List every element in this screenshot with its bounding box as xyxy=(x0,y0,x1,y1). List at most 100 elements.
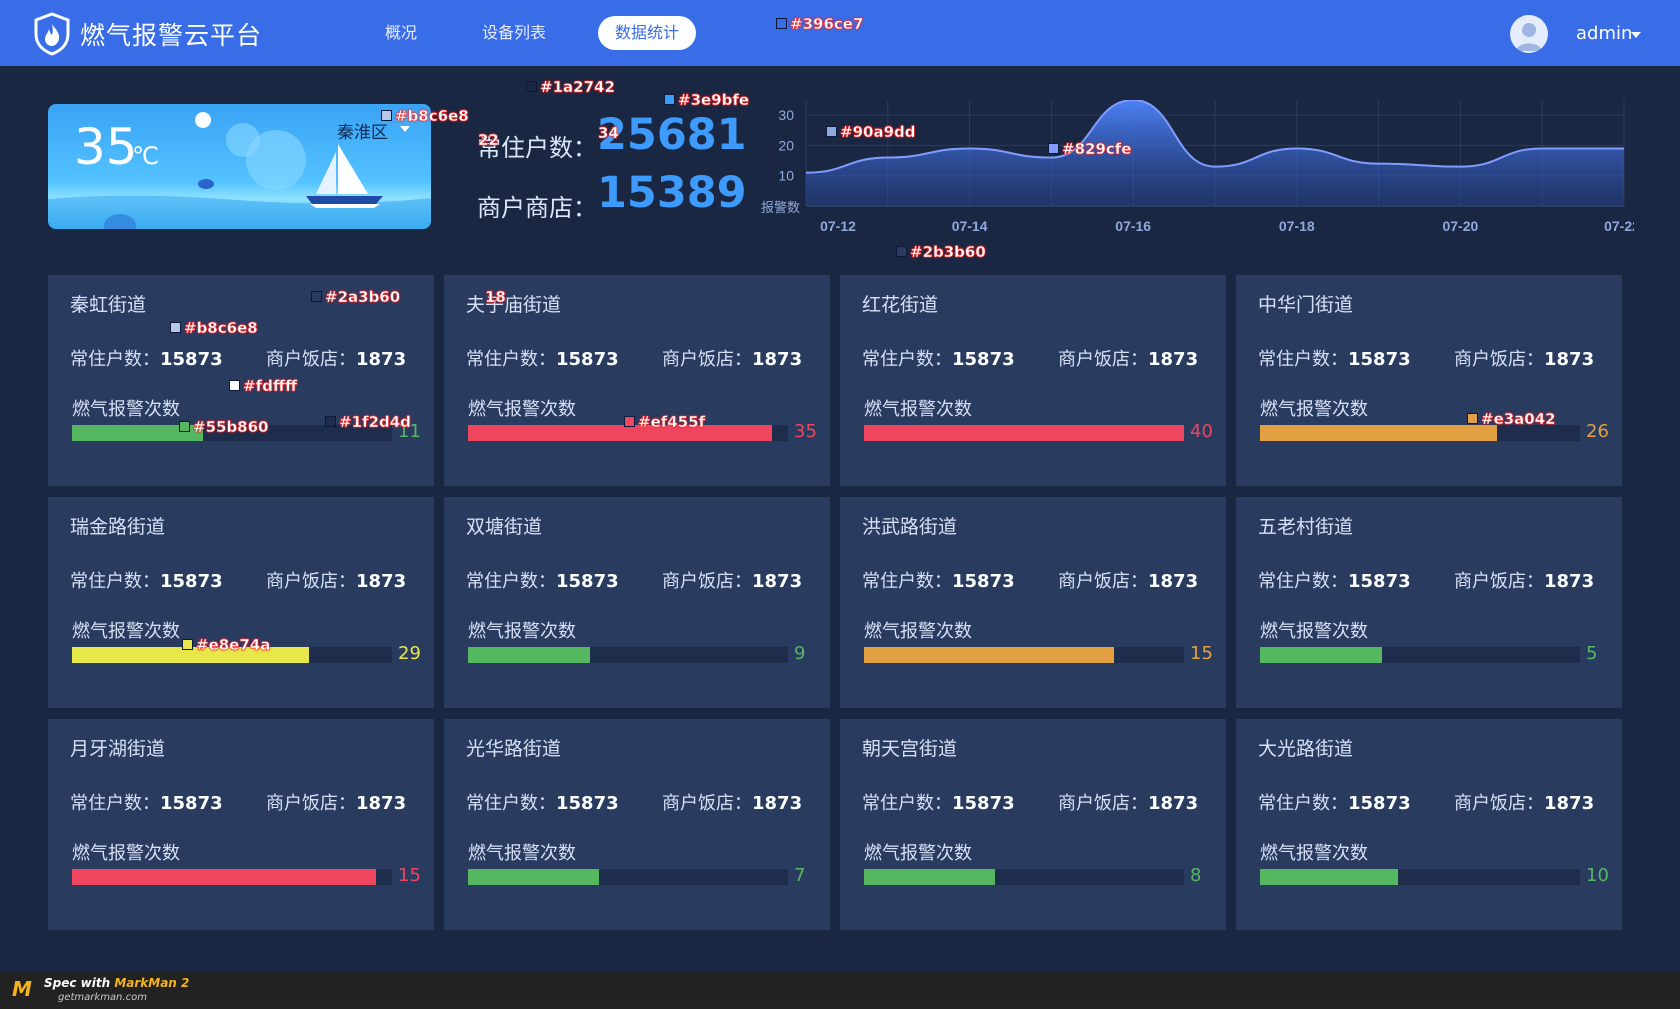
footer-site: getmarkman.com xyxy=(58,992,147,1003)
alarm-bar-track xyxy=(72,869,392,885)
nav-device-list[interactable]: 设备列表 xyxy=(465,16,563,50)
shop-label: 商户饭店： xyxy=(662,349,752,370)
spec-annotation: #b8c6e8 xyxy=(395,107,469,125)
alarm-count: 15 xyxy=(1190,643,1213,664)
alarm-label: 燃气报警次数 xyxy=(864,621,972,642)
resident-label: 常住户数： xyxy=(862,349,952,370)
spec-annotation: #829cfe xyxy=(1062,140,1132,158)
shop-label: 商户饭店： xyxy=(1454,349,1544,370)
spec-annotation: #90a9dd xyxy=(840,123,916,141)
alarm-count: 15 xyxy=(398,865,421,886)
shop-stat: 商户饭店：1873 xyxy=(662,567,802,593)
markman-footer: M Spec with MarkMan 2 getmarkman.com xyxy=(0,971,1680,1009)
alarm-count: 8 xyxy=(1190,865,1202,886)
alarm-bar-fill xyxy=(1260,647,1382,663)
street-card[interactable]: 朝天宫街道 常住户数：15873 商户饭店：1873 燃气报警次数 8 xyxy=(840,719,1226,930)
street-card[interactable]: 红花街道 常住户数：15873 商户饭店：1873 燃气报警次数 40 xyxy=(840,275,1226,486)
resident-stat: 常住户数：15873 xyxy=(466,345,619,371)
user-menu-caret-icon[interactable] xyxy=(1631,32,1641,38)
shop-label: 商户饭店： xyxy=(1454,793,1544,814)
street-card[interactable]: 中华门街道 常住户数：15873 商户饭店：1873 燃气报警次数 26 xyxy=(1236,275,1622,486)
street-name: 中华门街道 xyxy=(1258,294,1354,316)
street-card[interactable]: 双塘街道 常住户数：15873 商户饭店：1873 燃气报警次数 9 xyxy=(444,497,830,708)
resident-label: 常住户数： xyxy=(70,349,160,370)
nav-overview[interactable]: 概况 xyxy=(368,16,434,50)
street-name: 瑞金路街道 xyxy=(70,516,166,538)
spec-annotation: 18 xyxy=(485,288,506,306)
street-card[interactable]: 五老村街道 常住户数：15873 商户饭店：1873 燃气报警次数 5 xyxy=(1236,497,1622,708)
resident-stat: 常住户数：15873 xyxy=(862,345,1015,371)
resident-stat: 常住户数：15873 xyxy=(1258,567,1411,593)
shop-label: 商户饭店： xyxy=(662,571,752,592)
alarm-count: 7 xyxy=(794,865,806,886)
shop-label: 商户饭店： xyxy=(662,793,752,814)
markman-logo-icon: M xyxy=(12,977,32,1001)
street-name: 月牙湖街道 xyxy=(70,738,166,760)
street-name: 五老村街道 xyxy=(1258,516,1354,538)
weather-card: 35 ℃ 秦淮区 xyxy=(48,104,431,229)
swatch-icon xyxy=(826,126,837,137)
shop-value: 1873 xyxy=(1544,349,1595,370)
resident-value: 15873 xyxy=(556,571,619,592)
spec-annotation: #ef455f xyxy=(638,413,706,431)
resident-label: 常住户数： xyxy=(1258,793,1348,814)
shop-value: 1873 xyxy=(752,349,803,370)
alarm-label: 燃气报警次数 xyxy=(1260,843,1368,864)
swatch-icon xyxy=(624,416,635,427)
resident-label: 常住户数： xyxy=(466,349,556,370)
alarm-label: 燃气报警次数 xyxy=(864,399,972,420)
alarm-label: 燃气报警次数 xyxy=(468,399,576,420)
alarm-bar-fill xyxy=(864,425,1184,441)
district-selector[interactable]: 秦淮区 xyxy=(337,118,388,143)
swatch-icon xyxy=(381,110,392,121)
alarm-label: 燃气报警次数 xyxy=(468,843,576,864)
street-card[interactable]: 光华路街道 常住户数：15873 商户饭店：1873 燃气报警次数 7 xyxy=(444,719,830,930)
swatch-icon xyxy=(179,421,190,432)
swatch-icon xyxy=(1048,143,1059,154)
swatch-icon xyxy=(229,380,240,391)
street-name: 红花街道 xyxy=(862,294,939,316)
resident-value: 15873 xyxy=(556,793,619,814)
resident-stat: 常住户数：15873 xyxy=(1258,789,1411,815)
nav-data-statistics[interactable]: 数据统计 xyxy=(598,16,697,50)
alarm-bar-fill xyxy=(468,869,600,885)
street-card[interactable]: 月牙湖街道 常住户数：15873 商户饭店：1873 燃气报警次数 15 xyxy=(48,719,434,930)
street-name: 夫子庙街道 xyxy=(466,294,562,316)
user-name[interactable]: admin xyxy=(1576,23,1632,44)
spec-annotation: 34 xyxy=(598,124,619,142)
spec-annotation: #b8c6e8 xyxy=(184,319,258,337)
shop-value: 1873 xyxy=(1544,571,1595,592)
resident-stat: 常住户数：15873 xyxy=(466,567,619,593)
resident-value: 15873 xyxy=(1348,793,1411,814)
swatch-icon xyxy=(1467,413,1478,424)
spec-annotation: #fdffff xyxy=(243,377,298,395)
top-nav-bar: 燃气报警云平台 概况 设备列表 数据统计 admin xyxy=(0,0,1680,66)
street-card[interactable]: 秦虹街道 常住户数：15873 商户饭店：1873 燃气报警次数 11 xyxy=(48,275,434,486)
shop-label: 商户饭店： xyxy=(1454,571,1544,592)
alarm-bar-fill xyxy=(468,425,772,441)
alarm-bar-track xyxy=(468,647,788,663)
alarm-label: 燃气报警次数 xyxy=(1260,621,1368,642)
alarm-bar-track xyxy=(1260,647,1580,663)
flame-shield-logo-icon xyxy=(34,12,70,56)
street-card[interactable]: 夫子庙街道常住户数：15873 商户饭店：1873 燃气报警次数 35 xyxy=(444,275,830,486)
spec-annotation: #e8e74a xyxy=(196,636,271,654)
swatch-icon xyxy=(182,639,193,650)
shop-label: 商户饭店： xyxy=(1058,349,1148,370)
markman-footer-text: Spec with MarkMan 2 xyxy=(44,976,189,990)
alarm-count: 35 xyxy=(794,421,817,442)
street-card[interactable]: 洪武路街道 常住户数：15873 商户饭店：1873 燃气报警次数 15 xyxy=(840,497,1226,708)
alarm-count: 40 xyxy=(1190,421,1213,442)
user-avatar[interactable] xyxy=(1510,15,1548,53)
resident-value: 15873 xyxy=(952,571,1015,592)
street-card[interactable]: 瑞金路街道 常住户数：15873 商户饭店：1873 燃气报警次数 29 xyxy=(48,497,434,708)
spec-annotation: #e3a042 xyxy=(1481,410,1556,428)
footer-brand: MarkMan 2 xyxy=(114,976,190,990)
street-name: 秦虹街道 xyxy=(70,294,147,316)
district-caret-icon[interactable] xyxy=(400,126,410,132)
alarm-count: 10 xyxy=(1586,865,1609,886)
alarm-bar-fill xyxy=(864,869,996,885)
resident-label: 常住户数： xyxy=(466,793,556,814)
y-tick-label: 10 xyxy=(778,168,794,184)
street-card[interactable]: 大光路街道 常住户数：15873 商户饭店：1873 燃气报警次数 10 xyxy=(1236,719,1622,930)
